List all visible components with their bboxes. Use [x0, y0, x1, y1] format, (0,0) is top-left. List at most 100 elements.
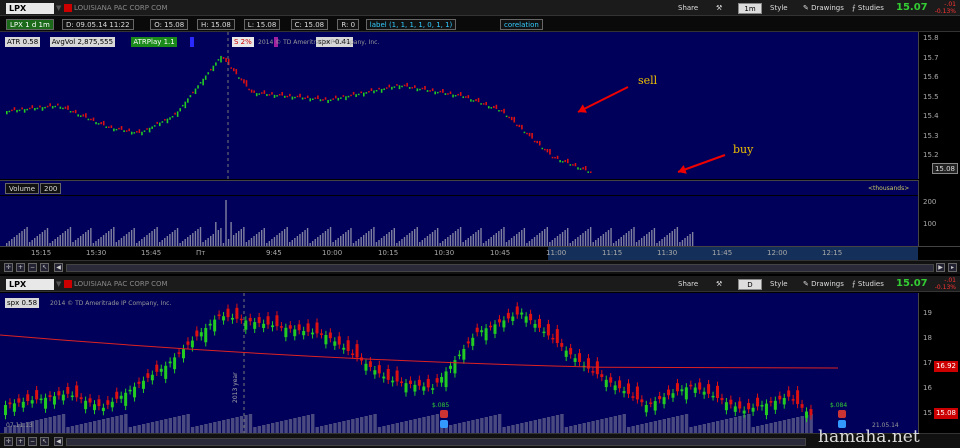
- candle: [549, 149, 551, 155]
- zoom-out-icon[interactable]: −: [28, 263, 37, 272]
- volume-bar: [243, 227, 245, 246]
- daily-candle: [288, 325, 292, 329]
- candle: [95, 122, 97, 125]
- daily-candle: [271, 325, 274, 328]
- bottom-symbol-dropdown-icon[interactable]: ▼: [56, 280, 61, 288]
- candle: [136, 131, 138, 133]
- price-axis[interactable]: 15.8 15.7 15.6 15.5 15.4 15.3 15.2 15.08: [918, 32, 960, 179]
- candle: [179, 108, 181, 112]
- candle: [429, 90, 431, 92]
- daily-candle: [644, 405, 648, 413]
- earnings-icon-1[interactable]: [440, 410, 448, 418]
- style-button[interactable]: Style: [770, 3, 788, 14]
- daily-candle: [137, 381, 141, 384]
- bottom-symbol-input[interactable]: LPX: [6, 279, 54, 290]
- symbol-input[interactable]: LPX: [6, 3, 54, 14]
- volume-bar: [444, 239, 446, 246]
- timeframe-button[interactable]: 1m: [738, 3, 762, 14]
- volume-axis[interactable]: 200 100: [918, 180, 960, 246]
- daily-candle: [671, 393, 675, 398]
- bottom-wrench-icon[interactable]: ⚒: [716, 279, 722, 290]
- bottom-crosshair-icon[interactable]: ✛: [4, 437, 13, 446]
- volume-bar: [391, 230, 393, 246]
- scroll-thumb[interactable]: [66, 264, 934, 272]
- volume-bar: [187, 237, 189, 246]
- candle: [416, 88, 419, 92]
- candle: [92, 117, 95, 121]
- daily-candle: [497, 319, 501, 323]
- volume-bar: [467, 238, 469, 246]
- earnings-icon-2[interactable]: [838, 410, 846, 418]
- bottom-scroll-left-icon[interactable]: ◀: [54, 437, 63, 446]
- volume-bar: [516, 234, 518, 246]
- candle: [314, 97, 317, 99]
- time-axis[interactable]: 15:15 15:30 15:45 Пт 9:45 10:00 10:15 10:30 10:4…: [0, 246, 960, 260]
- volume-bar: [299, 234, 301, 246]
- bottom-symbol-link-icon[interactable]: [64, 280, 72, 288]
- volume-bar: [171, 232, 174, 246]
- daily-candle: [195, 330, 199, 337]
- zoom-in-icon[interactable]: +: [16, 263, 25, 272]
- daily-price-panel[interactable]: spx 0.58 2014 © TD Ameritrade IP Company…: [0, 293, 918, 433]
- symbol-dropdown-icon[interactable]: ▼: [56, 4, 61, 12]
- bottom-zoom-out-icon[interactable]: −: [28, 437, 37, 446]
- crosshair-icon[interactable]: ✛: [4, 263, 13, 272]
- bottom-scroll-thumb[interactable]: [66, 438, 806, 446]
- daily-volume-bar: [257, 426, 262, 433]
- bottom-style-button[interactable]: Style: [770, 279, 788, 290]
- bottom-share-button[interactable]: Share: [678, 279, 698, 290]
- bottom-drawings-button[interactable]: ✎ Drawings: [803, 279, 844, 290]
- daily-candle: [35, 390, 39, 400]
- volume-bar: [531, 239, 533, 246]
- daily-candle: [613, 385, 617, 391]
- volume-bar: [232, 235, 235, 246]
- bottom-zoom-in-icon[interactable]: +: [16, 437, 25, 446]
- dividend-icon-1[interactable]: [440, 420, 448, 428]
- wrench-icon[interactable]: ⚒: [716, 3, 722, 14]
- scroll-left-icon[interactable]: ◀: [54, 263, 63, 272]
- scroll-bar[interactable]: ✛ + − ↖ ◀ ▶ ▸: [0, 260, 960, 274]
- pointer-icon[interactable]: ↖: [40, 263, 49, 272]
- price-tick: 15.6: [923, 73, 939, 81]
- candle: [355, 94, 357, 97]
- expand-icon[interactable]: ▸: [948, 263, 957, 272]
- candle: [587, 171, 589, 173]
- bottom-timeframe-button[interactable]: D: [738, 279, 762, 290]
- price-tick: 15.2: [923, 151, 939, 159]
- volume-bar: [370, 229, 373, 246]
- daily-candle: [760, 405, 764, 407]
- bottom-studies-button[interactable]: ⨍ Studies: [852, 279, 884, 290]
- daily-candle: [778, 395, 782, 400]
- volume-bar: [544, 229, 546, 246]
- chart-info-field: L: 15.08: [243, 19, 281, 30]
- candle: [54, 105, 57, 108]
- candle: [391, 86, 393, 90]
- volume-tick-100: 100: [923, 220, 937, 228]
- volume-panel[interactable]: [0, 196, 918, 246]
- volume-bar: [628, 231, 630, 246]
- volume-bar: [620, 237, 622, 246]
- symbol-link-icon[interactable]: [64, 4, 72, 12]
- candle: [521, 124, 523, 130]
- candle: [225, 57, 227, 63]
- candle: [39, 105, 41, 108]
- volume-bar: [475, 232, 477, 246]
- daily-candle: [591, 371, 595, 373]
- volume-bar: [329, 227, 332, 246]
- volume-bar: [490, 237, 492, 246]
- studies-button[interactable]: ⨍ Studies: [852, 3, 884, 14]
- drawings-button[interactable]: ✎ Drawings: [803, 3, 844, 14]
- share-button[interactable]: Share: [678, 3, 698, 14]
- bottom-pointer-icon[interactable]: ↖: [40, 437, 49, 446]
- daily-volume-bar: [39, 419, 43, 433]
- bottom-scroll-bar[interactable]: ✛ + − ↖ ◀: [0, 433, 960, 448]
- intraday-price-panel[interactable]: ATR 0.58 AvgVol 2,875,555 ATRPlay 1.1 S 2% s…: [0, 32, 918, 179]
- daily-volume-bar: [195, 426, 199, 433]
- daily-candle: [373, 370, 377, 375]
- candle: [487, 106, 490, 109]
- daily-volume-bar: [324, 425, 328, 433]
- scroll-right-icon[interactable]: ▶: [936, 263, 945, 272]
- daily-candle: [400, 381, 404, 383]
- volume-bar: [319, 235, 322, 246]
- daily-price-axis[interactable]: 19 18 17 16 15 16.92 15.08: [918, 293, 960, 433]
